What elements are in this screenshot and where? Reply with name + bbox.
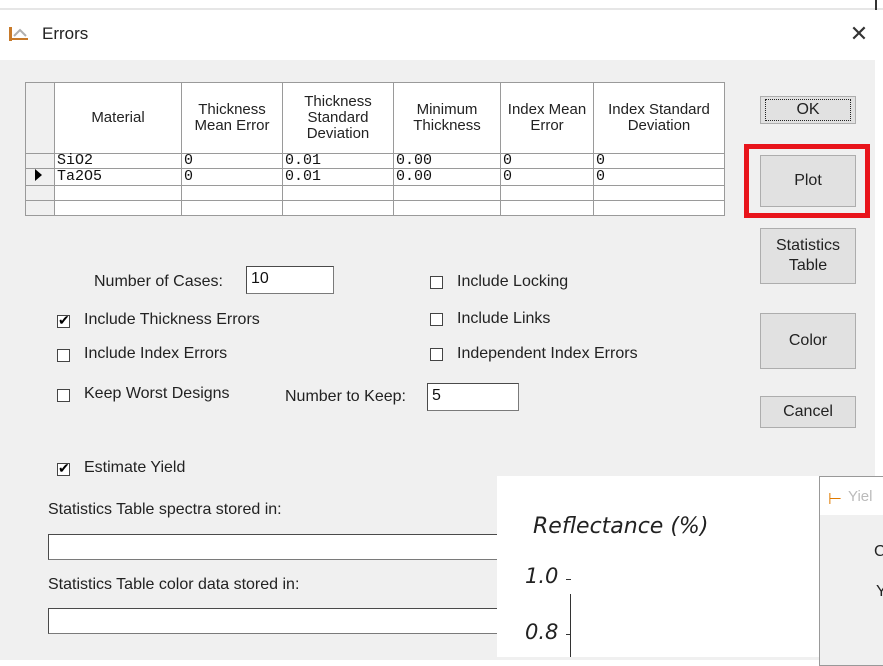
table-cell[interactable] [593, 185, 725, 201]
table-cell[interactable] [500, 200, 594, 216]
table-cell[interactable] [54, 185, 182, 201]
yield-label-y: Y [876, 583, 883, 600]
independent-index-errors-label: Independent Index Errors [457, 345, 638, 362]
table-cell[interactable] [54, 200, 182, 216]
table-cell[interactable] [393, 185, 501, 201]
table-cell[interactable]: 0.00 [393, 153, 501, 169]
table-row-empty [25, 200, 725, 216]
table-cell[interactable] [181, 185, 283, 201]
table-cell[interactable] [282, 200, 394, 216]
ok-button[interactable]: OK [760, 96, 856, 124]
estimate-yield-label: Estimate Yield [84, 459, 186, 476]
statistics-table-button[interactable]: Statistics Table [760, 228, 856, 284]
plot-tick-mark [566, 634, 571, 635]
color-button[interactable]: Color [760, 313, 856, 369]
plot-ylabel: Reflectance (%) [533, 514, 709, 539]
table-cell[interactable]: 0.01 [282, 153, 394, 169]
include-index-errors-label: Include Index Errors [84, 345, 228, 362]
plot-y-axis [570, 594, 571, 657]
yield-window-fragment[interactable]: ⊢ Yiel C Y [819, 476, 883, 666]
table-cell[interactable] [393, 200, 501, 216]
table-row: SiO2 0 0.01 0.00 0 0 [25, 153, 725, 169]
table-cell[interactable] [500, 185, 594, 201]
plot-tick-mark [566, 579, 571, 580]
table-cell[interactable]: 0 [181, 168, 283, 186]
table-cell[interactable]: 0 [593, 153, 725, 169]
row-header-corner [25, 82, 55, 154]
plot-button[interactable]: Plot [760, 155, 856, 207]
yield-window-title: Yiel [848, 488, 873, 505]
table-cell[interactable]: 0 [181, 153, 283, 169]
spectra-storage-input[interactable] [48, 534, 508, 560]
close-icon[interactable]: ✕ [845, 20, 873, 48]
yield-label-c: C [874, 543, 883, 560]
table-cell[interactable]: 0 [593, 168, 725, 186]
number-to-keep-label: Number to Keep: [285, 388, 406, 405]
statistics-table-label: Statistics Table [776, 236, 840, 276]
table-cell[interactable] [282, 185, 394, 201]
table-cell[interactable] [181, 200, 283, 216]
table-cell[interactable] [593, 200, 725, 216]
include-locking-checkbox[interactable] [430, 276, 443, 289]
color-data-storage-input[interactable] [48, 608, 508, 634]
table-row-empty [25, 185, 725, 201]
include-thickness-errors-checkbox[interactable] [57, 312, 70, 329]
include-thickness-errors-label: Include Thickness Errors [84, 311, 260, 328]
app-icon [9, 27, 28, 41]
estimate-yield-checkbox[interactable] [57, 460, 70, 477]
independent-index-errors-checkbox[interactable] [430, 348, 443, 361]
number-of-cases-input[interactable]: 10 [246, 266, 334, 294]
plot-tick-label: 1.0 [525, 564, 559, 588]
app-icon: ⊢ [828, 491, 842, 508]
table-cell[interactable]: 0 [500, 168, 594, 186]
col-header-material[interactable]: Material [54, 82, 182, 154]
col-header-index-sd[interactable]: Index Standard Deviation [593, 82, 725, 154]
ok-button-label: OK [765, 99, 851, 121]
statistics-label-line1: Statistics [775, 237, 840, 254]
number-to-keep-input[interactable]: 5 [427, 383, 519, 411]
statistics-label-line2: Table [788, 257, 828, 274]
table-cell[interactable]: 0 [500, 153, 594, 169]
table-row: Ta2O5 0 0.01 0.00 0 0 [25, 168, 725, 186]
row-selector[interactable] [25, 153, 55, 169]
error-table: Material Thickness Mean Error Thickness … [25, 82, 725, 216]
current-row-arrow-icon [35, 169, 42, 181]
include-links-checkbox[interactable] [430, 313, 443, 326]
background-strip [0, 0, 883, 10]
title-bar[interactable]: Errors ✕ [0, 10, 883, 60]
include-index-errors-checkbox[interactable] [57, 349, 70, 362]
number-of-cases-label: Number of Cases: [94, 273, 223, 290]
col-header-index-mean[interactable]: Index Mean Error [500, 82, 594, 154]
background-mark [875, 0, 877, 10]
include-locking-label: Include Locking [457, 273, 569, 290]
yield-title-bar[interactable]: ⊢ Yiel [820, 477, 883, 515]
table-cell[interactable]: SiO2 [54, 153, 182, 169]
color-data-storage-label: Statistics Table color data stored in: [48, 576, 300, 593]
table-header-row: Material Thickness Mean Error Thickness … [25, 82, 725, 154]
row-selector[interactable] [25, 200, 55, 216]
spectra-storage-label: Statistics Table spectra stored in: [48, 501, 282, 518]
row-selector-current[interactable] [25, 168, 55, 186]
window-title: Errors [42, 24, 89, 43]
col-header-min-thickness[interactable]: Minimum Thickness [393, 82, 501, 154]
include-links-label: Include Links [457, 310, 551, 327]
row-selector[interactable] [25, 185, 55, 201]
col-header-thickness-sd[interactable]: Thickness Standard Deviation [282, 82, 394, 154]
cancel-button[interactable]: Cancel [760, 396, 856, 428]
col-header-thickness-mean[interactable]: Thickness Mean Error [181, 82, 283, 154]
table-cell[interactable]: 0.01 [282, 168, 394, 186]
table-cell[interactable]: 0.00 [393, 168, 501, 186]
keep-worst-designs-label: Keep Worst Designs [84, 385, 230, 402]
keep-worst-designs-checkbox[interactable] [57, 389, 70, 402]
plot-tick-label: 0.8 [525, 620, 559, 644]
table-cell[interactable]: Ta2O5 [54, 168, 182, 186]
